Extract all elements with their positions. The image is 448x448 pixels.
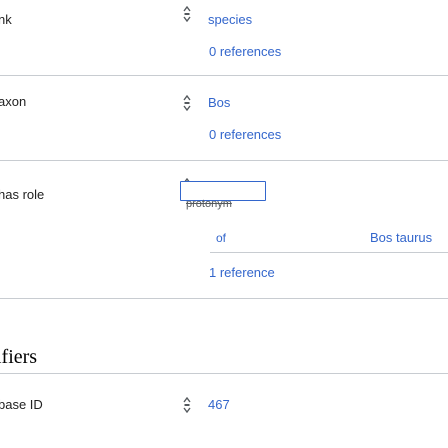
property-label-has-role[interactable]: has role xyxy=(0,187,44,203)
statement-separator xyxy=(0,75,448,76)
section-heading-underline xyxy=(0,373,448,374)
identifier-value[interactable]: 467 xyxy=(208,397,230,413)
statement-value-species[interactable]: species xyxy=(208,12,252,28)
references-toggle[interactable]: 0 references xyxy=(209,127,281,143)
qualifier-value-bos-taurus[interactable]: Bos taurus xyxy=(370,230,432,246)
references-toggle[interactable]: 0 references xyxy=(209,44,281,60)
section-heading-identifiers: ifiers xyxy=(0,346,38,368)
statement-value-bos[interactable]: Bos xyxy=(208,95,230,111)
value-suggestion[interactable]: protonym xyxy=(186,198,232,210)
qualifier-property-of[interactable]: of xyxy=(216,230,226,246)
references-toggle[interactable]: 1 reference xyxy=(209,265,275,281)
rank-normal-icon[interactable] xyxy=(183,95,191,111)
qualifier-separator xyxy=(210,252,448,253)
rank-normal-icon[interactable] xyxy=(183,6,191,22)
property-label-rank[interactable]: nk xyxy=(0,12,12,28)
rank-normal-icon[interactable] xyxy=(183,397,191,413)
property-label-taxon[interactable]: axon xyxy=(0,94,26,110)
property-label-database-id[interactable]: base ID xyxy=(0,397,43,413)
statement-separator xyxy=(0,160,448,161)
statement-separator xyxy=(0,298,448,299)
